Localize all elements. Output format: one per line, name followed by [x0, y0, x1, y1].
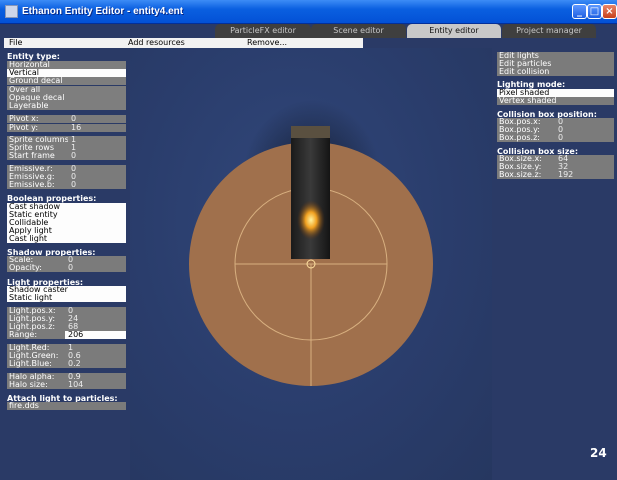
torch-flame	[297, 200, 325, 240]
start-frame-value[interactable]: 0	[68, 152, 126, 160]
start-frame-field[interactable]: Start frame 0	[7, 152, 126, 160]
emissive-g-label: Emissive.g:	[7, 173, 68, 181]
emissive-b-label: Emissive.b:	[7, 181, 68, 189]
halo-size-label: Halo size:	[7, 381, 65, 389]
light-pos-z-label: Light.pos.z:	[7, 323, 65, 331]
light-pos-x-label: Light.pos.x:	[7, 307, 65, 315]
light-pos-y-label: Light.pos.y:	[7, 315, 65, 323]
edit-collision-button[interactable]: Edit collision	[497, 68, 614, 76]
box-pos-x-field[interactable]: Box.pos.x: 0	[497, 118, 614, 126]
entity-type-layerable[interactable]: Layerable	[7, 102, 126, 110]
light-blue-field[interactable]: Light.Blue: 0.2	[7, 360, 126, 368]
light-red-field[interactable]: Light.Red: 1	[7, 344, 126, 352]
light-pos-z-field[interactable]: Light.pos.z: 68	[7, 323, 126, 331]
halo-alpha-label: Halo alpha:	[7, 373, 65, 381]
pivot-x-field[interactable]: Pivot x: 0	[7, 115, 126, 123]
box-size-z-value[interactable]: 192	[555, 171, 614, 179]
torch-pillar-top	[291, 126, 330, 138]
shadow-opacity-field[interactable]: Opacity: 0	[7, 264, 126, 272]
halo-size-value[interactable]: 104	[65, 381, 126, 389]
box-size-x-label: Box.size.x:	[497, 155, 555, 163]
entity-type-ground-decal[interactable]: Ground decal	[7, 77, 126, 85]
emissive-r-label: Emissive.r:	[7, 165, 68, 173]
range-value[interactable]: 206	[65, 331, 126, 339]
box-pos-y-field[interactable]: Box.pos.y: 0	[497, 126, 614, 134]
pivot-y-label: Pivot y:	[7, 124, 68, 132]
pivot-y-field[interactable]: Pivot y: 16	[7, 124, 126, 132]
emissive-b-value[interactable]: 0	[68, 181, 126, 189]
box-pos-y-label: Box.pos.y:	[497, 126, 555, 134]
sprite-rows-field[interactable]: Sprite rows 1	[7, 144, 126, 152]
range-label: Range:	[7, 331, 65, 339]
shadow-scale-label: Scale:	[7, 256, 65, 264]
fps-counter: 24	[590, 446, 607, 460]
box-pos-x-value[interactable]: 0	[555, 118, 614, 126]
cast-light-toggle[interactable]: Cast light	[7, 235, 126, 243]
light-blue-value[interactable]: 0.2	[65, 360, 126, 368]
shadow-opacity-value[interactable]: 0	[65, 264, 126, 272]
emissive-b-field[interactable]: Emissive.b: 0	[7, 181, 126, 189]
light-green-label: Light.Green:	[7, 352, 65, 360]
box-size-y-label: Box.size.y:	[497, 163, 555, 171]
box-size-z-field[interactable]: Box.size.z: 192	[497, 171, 614, 179]
emissive-r-field[interactable]: Emissive.r: 0	[7, 165, 126, 173]
box-pos-y-value[interactable]: 0	[555, 126, 614, 134]
halo-size-field[interactable]: Halo size: 104	[7, 381, 126, 389]
box-size-y-field[interactable]: Box.size.y: 32	[497, 163, 614, 171]
light-red-label: Light.Red:	[7, 344, 65, 352]
shadow-scale-value[interactable]: 0	[65, 256, 126, 264]
pivot-x-value[interactable]: 0	[68, 115, 126, 123]
box-pos-z-label: Box.pos.z:	[497, 134, 555, 142]
shadow-scale-field[interactable]: Scale: 0	[7, 256, 126, 264]
range-field[interactable]: Range: 206	[7, 331, 126, 339]
pivot-y-value[interactable]: 16	[68, 124, 126, 132]
sprite-columns-value[interactable]: 1	[68, 136, 126, 144]
attach-particles-field[interactable]: fire.dds	[7, 402, 126, 410]
light-blue-label: Light.Blue:	[7, 360, 65, 368]
light-pos-x-field[interactable]: Light.pos.x: 0	[7, 307, 126, 315]
emissive-g-field[interactable]: Emissive.g: 0	[7, 173, 126, 181]
emissive-g-value[interactable]: 0	[68, 173, 126, 181]
start-frame-label: Start frame	[7, 152, 68, 160]
box-pos-x-label: Box.pos.x:	[497, 118, 555, 126]
light-green-field[interactable]: Light.Green: 0.6	[7, 352, 126, 360]
halo-alpha-field[interactable]: Halo alpha: 0.9	[7, 373, 126, 381]
sprite-columns-field[interactable]: Sprite columns 1	[7, 136, 126, 144]
shadow-opacity-label: Opacity:	[7, 264, 65, 272]
sprite-rows-label: Sprite rows	[7, 144, 68, 152]
box-pos-z-field[interactable]: Box.pos.z: 0	[497, 134, 614, 142]
box-size-z-label: Box.size.z:	[497, 171, 555, 179]
pivot-x-label: Pivot x:	[7, 115, 68, 123]
light-pos-y-field[interactable]: Light.pos.y: 24	[7, 315, 126, 323]
box-size-x-field[interactable]: Box.size.x: 64	[497, 155, 614, 163]
sprite-columns-label: Sprite columns	[7, 136, 68, 144]
vertex-shaded-option[interactable]: Vertex shaded	[497, 97, 614, 105]
static-light-toggle[interactable]: Static light	[7, 294, 126, 302]
emissive-r-value[interactable]: 0	[68, 165, 126, 173]
sprite-rows-value[interactable]: 1	[68, 144, 126, 152]
box-pos-z-value[interactable]: 0	[555, 134, 614, 142]
